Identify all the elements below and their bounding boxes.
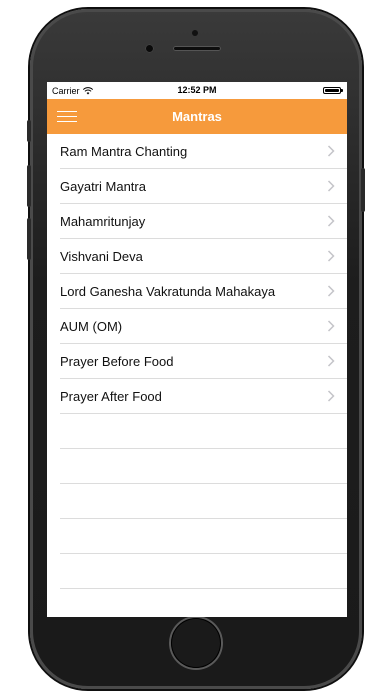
list-item-label: Prayer Before Food: [60, 354, 174, 369]
chevron-right-icon: [327, 250, 335, 262]
list-item-label: Gayatri Mantra: [60, 179, 146, 194]
list-item-label: Prayer After Food: [60, 389, 162, 404]
mantra-list: Ram Mantra Chanting Gayatri Mantra Maham…: [47, 134, 347, 589]
list-item-label: Vishvani Deva: [60, 249, 143, 264]
empty-row: [60, 519, 347, 554]
list-item-lord-ganesha[interactable]: Lord Ganesha Vakratunda Mahakaya: [60, 274, 347, 309]
proximity-sensor: [192, 30, 198, 36]
list-item-aum[interactable]: AUM (OM): [60, 309, 347, 344]
chevron-right-icon: [327, 285, 335, 297]
list-item-ram-mantra-chanting[interactable]: Ram Mantra Chanting: [60, 134, 347, 169]
list-item-label: Lord Ganesha Vakratunda Mahakaya: [60, 284, 276, 299]
list-item-label: Mahamritunjay: [60, 214, 146, 229]
volume-up-button: [27, 165, 31, 207]
list-item-prayer-after-food[interactable]: Prayer After Food: [60, 379, 347, 414]
empty-row: [60, 449, 347, 484]
battery-icon: [323, 87, 343, 94]
chevron-right-icon: [327, 180, 335, 192]
chevron-right-icon: [327, 390, 335, 402]
app-store-screenshot: Carrier 12:52 PM Mantras Ram Mantra Chan…: [0, 0, 392, 696]
chevron-right-icon: [327, 215, 335, 227]
list-item-vishvani-deva[interactable]: Vishvani Deva: [60, 239, 347, 274]
list-item-gayatri-mantra[interactable]: Gayatri Mantra: [60, 169, 347, 204]
empty-row: [60, 484, 347, 519]
power-button: [361, 168, 365, 212]
page-title: Mantras: [172, 109, 222, 124]
empty-row: [60, 414, 347, 449]
list-item-label: AUM (OM): [60, 319, 123, 334]
home-button[interactable]: [171, 618, 221, 668]
status-bar: Carrier 12:52 PM: [47, 82, 347, 99]
chevron-right-icon: [327, 145, 335, 157]
front-camera-icon: [145, 44, 154, 53]
earpiece-speaker: [173, 46, 221, 51]
phone-screen: Carrier 12:52 PM Mantras Ram Mantra Chan…: [47, 82, 347, 617]
navigation-bar: Mantras: [47, 99, 347, 134]
volume-down-button: [27, 218, 31, 260]
list-item-mahamritunjay[interactable]: Mahamritunjay: [60, 204, 347, 239]
empty-row: [60, 554, 347, 589]
mute-switch: [27, 120, 31, 142]
chevron-right-icon: [327, 355, 335, 367]
chevron-right-icon: [327, 320, 335, 332]
list-item-prayer-before-food[interactable]: Prayer Before Food: [60, 344, 347, 379]
list-item-label: Ram Mantra Chanting: [60, 144, 188, 159]
status-time: 12:52 PM: [177, 85, 217, 95]
